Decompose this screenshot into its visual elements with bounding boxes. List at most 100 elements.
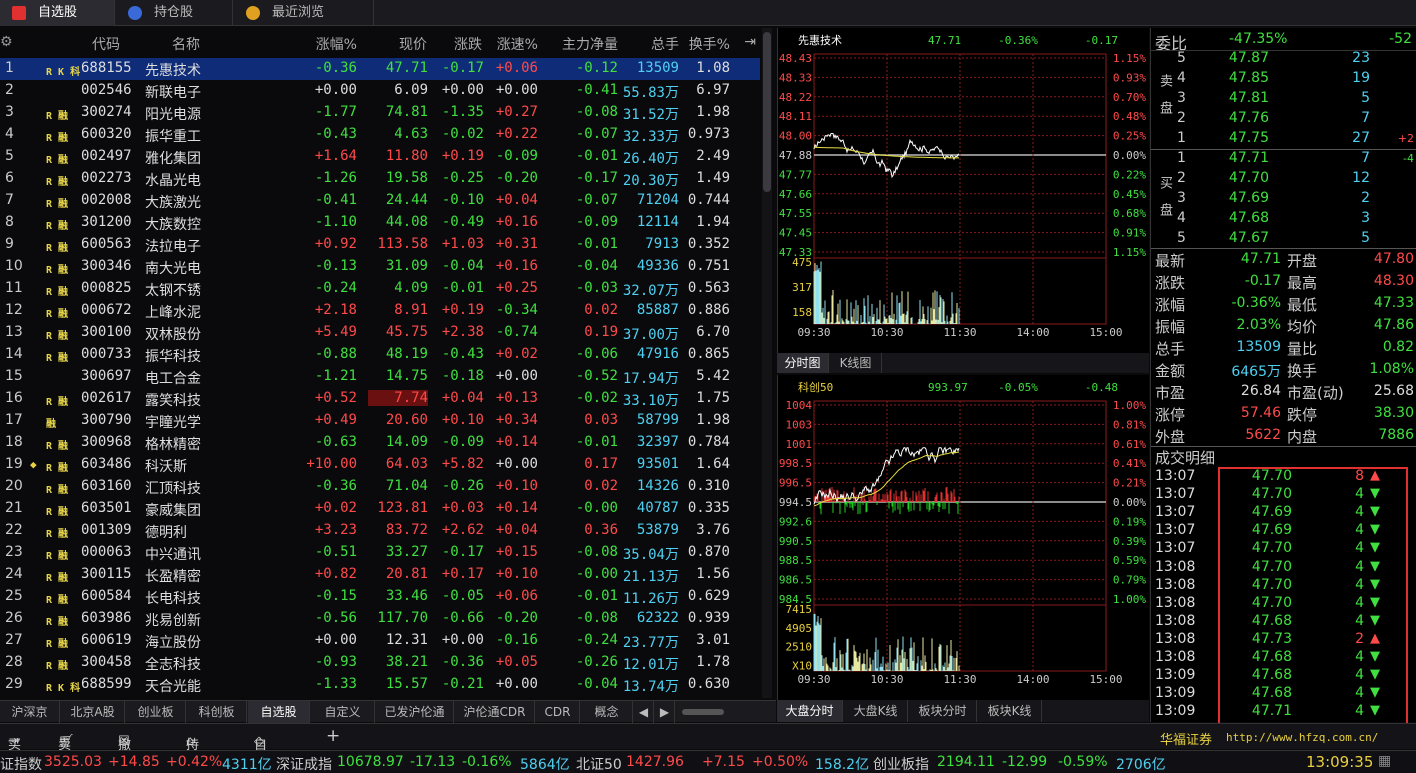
table-row[interactable]: 23 R 融 000063 中兴通讯 -0.51 33.27 -0.17 +0.15 -0.08… [0,542,760,564]
settings-icon[interactable]: ⚙ [0,34,13,50]
stat-label: 外盘 [1155,428,1186,446]
stock-name: 长盈精密 [145,569,201,585]
table-row[interactable]: 5R 融 002497 雅化集团 +1.64 11.80 +0.19 -0.09 -0.01 2… [0,146,760,168]
col-code[interactable]: 代码 [92,34,120,54]
turnover: 6.97 [696,82,730,98]
table-row[interactable]: 21 R 融 603501 豪威集团 +0.02 123.81 +0.03 +0.14 -0.0… [0,498,760,520]
table-row[interactable]: 26 R 融 603986 兆易创新 -0.56 117.70 -0.66 -0.20 -0.0… [0,608,760,630]
table-row[interactable]: 19 R 融 603486 科沃斯 +10.00 64.03 +5.82 +0.00 0.17 9… [0,454,760,476]
table-row[interactable]: 3 R 融 300274 阳光电源 -1.77 74.81 -1.35 +0.27 -0.08 3… [0,102,760,124]
market-tab[interactable]: 已发沪伦通 [376,701,454,723]
stock-code: 002273 [81,170,132,186]
table-row[interactable]: 22 R 融 001309 德明利 +3.23 83.72 +2.62 +0.04 0.36 53… [0,520,760,542]
tab-kline[interactable]: K线图 [830,353,882,373]
col-mainflow[interactable]: 主力净量 [562,34,618,54]
x-tick: 10:30 [870,673,903,686]
prev-arrow-icon[interactable]: ◀ [634,701,654,723]
table-row[interactable]: 28 R 融 300458 全志科技 -0.93 38.21 -0.36 +0.05 -0.26… [0,652,760,674]
market-tab[interactable]: 沪深京 [0,701,60,723]
col-speed[interactable]: 涨速% [497,34,538,54]
updown: +0.00 [441,82,484,98]
ticker-pct: +0.50% [752,754,809,770]
market-tab[interactable]: 创业板 [126,701,186,723]
tab-market-intraday[interactable]: 大盘分时 [777,700,843,722]
table-row[interactable]: 20 R 融 603160 汇顶科技 -0.36 71.04 -0.26 +0.10 0.02 1… [0,476,760,498]
tab-watchlist[interactable]: 自选股 [0,0,115,26]
market-tab[interactable]: 概念 [581,701,633,723]
ticker-name[interactable]: 创业板指 [873,754,929,773]
market-tab[interactable]: 沪伦通CDR [455,701,535,723]
table-row[interactable]: 17 融 300790 宇瞳光学 +0.49 20.60 +0.10 +0.34 0.03 587… [0,410,760,432]
tab-scrollbar[interactable] [682,709,724,715]
market-tab[interactable]: 科创板 [187,701,247,723]
market-tab[interactable]: 自选股 [248,701,310,723]
expand-icon[interactable]: ⇥ [744,34,756,50]
stat-label: 总手 [1155,340,1186,358]
table-row[interactable]: 8 R 融 301200 大族数控 -1.10 44.08 -0.49 +0.16 -0.09 1… [0,212,760,234]
level-num: 2 [1177,110,1186,126]
market-tab[interactable]: 自定义 [311,701,375,723]
tab-intraday[interactable]: 分时图 [777,353,829,373]
price: 48.19 [385,346,428,362]
index-intraday-chart[interactable]: 科创50 993.97 -0.05% -0.48 1004 1003 1001 998.5 99… [777,375,1149,700]
trade-detail-title[interactable]: 成交明细 [1155,447,1215,468]
col-updown[interactable]: 涨跌 [454,34,482,54]
tab-market-kline[interactable]: 大盘K线 [844,700,908,722]
stock-name: 南大光电 [145,261,201,277]
stat-value: 47.86 [1373,317,1414,333]
table-row[interactable]: 14 R 融 000733 振华科技 -0.88 48.19 -0.43 +0.02 -0.06… [0,344,760,366]
tab-holdings[interactable]: 持仓股 [116,0,233,26]
market-tab[interactable]: 北京A股 [61,701,125,723]
col-name[interactable]: 名称 [172,34,200,54]
turnover: 0.886 [687,302,730,318]
table-row[interactable]: 1 R K 科 688155 先惠技术 -0.36 47.71 -0.17 +0.06 -0.1… [0,58,760,80]
table-row[interactable]: 29 R K 科 688599 天合光能 -1.33 15.57 -0.21 +0.00 -0.… [0,674,760,696]
table-row[interactable]: 16 R 融 002617 露笑科技 +0.52 7.74 +0.04 +0.13 -0.02 3… [0,388,760,410]
turnover: 6.70 [696,324,730,340]
tab-sector-intraday[interactable]: 板块分时 [909,700,977,722]
ticker-name[interactable]: 深证成指 [276,754,332,773]
col-change-pct[interactable]: 涨幅% [316,34,357,54]
scroll-thumb[interactable] [763,32,771,192]
change-pct: -0.15 [314,588,357,604]
stock-name: 振华重工 [145,129,201,145]
change-pct: +0.92 [314,236,357,252]
table-row[interactable]: 18 R 融 300968 格林精密 -0.63 14.09 -0.09 +0.14 -0.01… [0,432,760,454]
row-badges: R 融 [46,331,69,342]
col-turnover[interactable]: 换手% [689,34,730,54]
brand-url[interactable]: http://www.hfzq.com.cn/ [1226,731,1378,744]
menu-icon[interactable]: ▦ [1378,753,1391,769]
table-row[interactable]: 6 R 融 002273 水晶光电 -1.26 19.58 -0.25 -0.20 -0.17 2… [0,168,760,190]
table-row[interactable]: 7 R 融 002008 大族激光 -0.41 24.44 -0.10 +0.04 -0.07 7… [0,190,760,212]
add-icon[interactable]: + [326,726,340,746]
col-price[interactable]: 现价 [399,34,427,54]
y-tick-right: 0.70% [1113,91,1146,104]
ticker-name[interactable]: 证指数 [0,754,42,773]
updown: -0.25 [441,170,484,186]
table-row[interactable]: 15 300697 电工合金 -1.21 14.75 -0.18 +0.00 -0.52 17.… [0,366,760,388]
level-num: 5 [1177,50,1186,66]
stock-intraday-chart[interactable]: 先惠技术 47.71 -0.36% -0.17 48.43 48.33 48.22 48.11… [777,28,1149,353]
chart1-tabs: 分时图 K线图 [777,353,1149,373]
table-row[interactable]: 27 R 融 600619 海立股份 +0.00 12.31 +0.00 -0.16 -0.24… [0,630,760,652]
volume: 58799 [636,412,679,428]
y-tick-right: 0.91% [1113,227,1146,240]
volume: 62322 [636,610,679,626]
next-arrow-icon[interactable]: ▶ [655,701,675,723]
table-row[interactable]: 25 R 融 600584 长电科技 -0.15 33.46 -0.05 +0.06 -0.01… [0,586,760,608]
price: 83.72 [385,522,428,538]
table-row[interactable]: 9 R 融 600563 法拉电子 +0.92 113.58 +1.03 +0.31 -0.01… [0,234,760,256]
list-scrollbar[interactable] [762,28,772,698]
market-tab[interactable]: CDR [536,701,580,723]
table-row[interactable]: 13 R 融 300100 双林股份 +5.49 45.75 +2.38 -0.74 0.19 3… [0,322,760,344]
tab-sector-kline[interactable]: 板块K线 [978,700,1042,722]
col-volume[interactable]: 总手 [651,34,679,54]
table-row[interactable]: 4 R 融 600320 振华重工 -0.43 4.63 -0.02 +0.22 -0.07 32… [0,124,760,146]
table-row[interactable]: 24 R 融 300115 长盈精密 +0.82 20.81 +0.17 +0.10 -0.00… [0,564,760,586]
table-row[interactable]: 10 R 融 300346 南大光电 -0.13 31.09 -0.04 +0.16 -0.04… [0,256,760,278]
ticker-name[interactable]: 北证50 [576,754,622,773]
table-row[interactable]: 12 R 融 000672 上峰水泥 +2.18 8.91 +0.19 -0.34 0.02 85… [0,300,760,322]
table-row[interactable]: 11 R 融 000825 太钢不锈 -0.24 4.09 -0.01 +0.25 -0.03 3… [0,278,760,300]
table-row[interactable]: 2 002546 新联电子 +0.00 6.09 +0.00 +0.00 -0.41 55.83… [0,80,760,102]
tab-recent[interactable]: 最近浏览 [234,0,374,26]
